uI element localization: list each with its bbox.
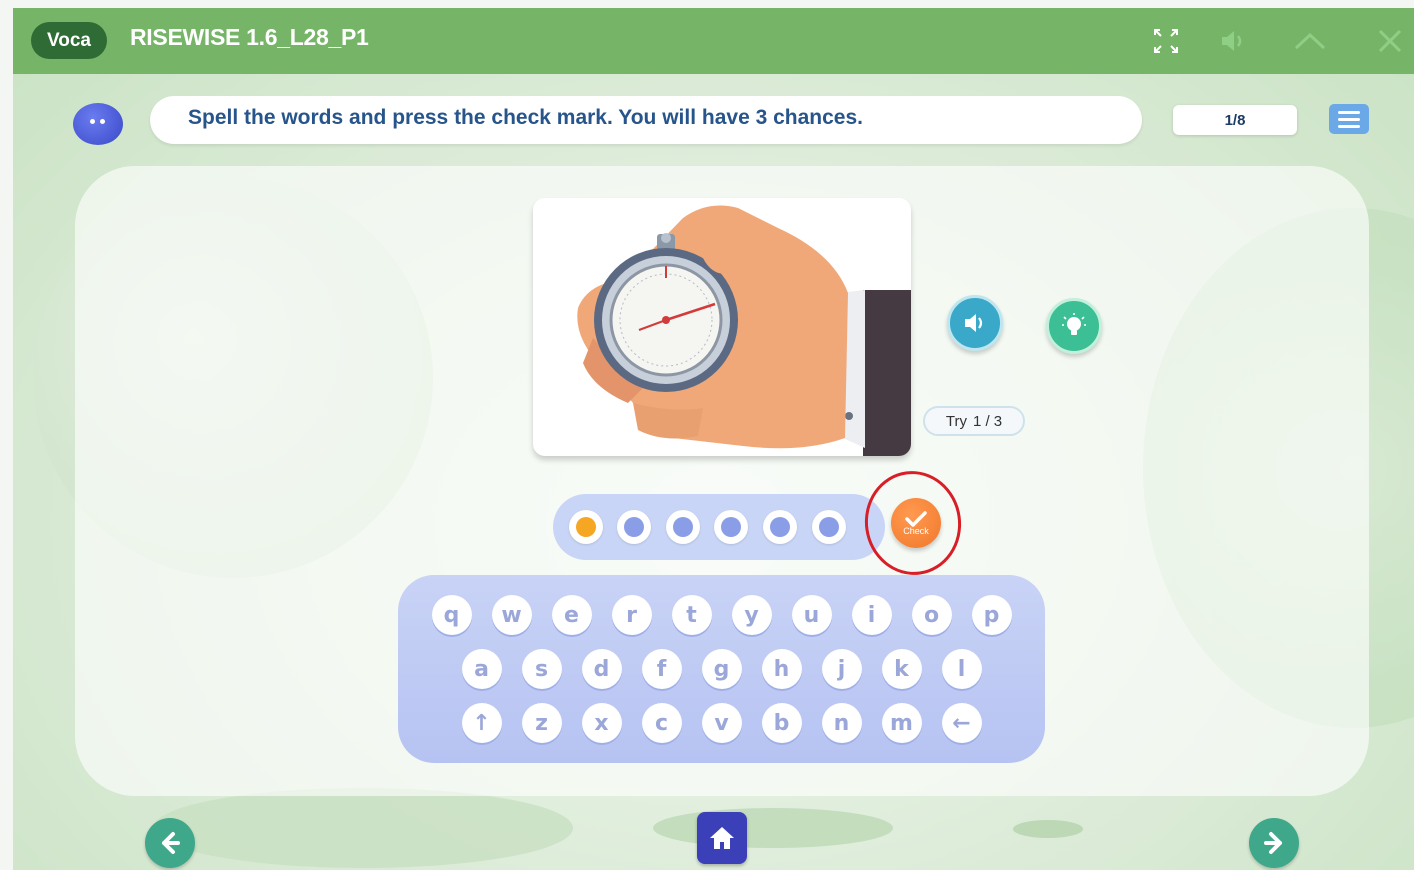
letter-key[interactable]: p <box>971 595 1012 635</box>
keyboard-row: asdfghjkl <box>398 649 1045 689</box>
progress-counter: 1/8 <box>1173 105 1297 135</box>
stopwatch-illustration <box>577 205 911 456</box>
audio-toggle-button[interactable] <box>1215 24 1249 58</box>
letter-key[interactable]: o <box>911 595 952 635</box>
home-icon <box>710 827 734 849</box>
try-label: Try <box>945 412 967 430</box>
lesson-title: RISEWISE 1.6_L28_P1 <box>130 24 369 50</box>
try-count: 1 / 3 <box>972 412 1003 430</box>
letter-slot[interactable] <box>617 510 651 544</box>
letter-key[interactable]: f <box>641 649 682 689</box>
speaker-icon <box>1222 31 1242 51</box>
background-ground <box>153 788 573 868</box>
letter-slot[interactable] <box>812 510 846 544</box>
letter-key[interactable]: l <box>941 649 982 689</box>
letter-key[interactable]: n <box>821 703 862 743</box>
instruction-bar: Spell the words and press the check mark… <box>150 96 1142 144</box>
background-ground <box>653 808 893 848</box>
letter-key[interactable]: z <box>521 703 562 743</box>
fullscreen-icon <box>1154 29 1178 53</box>
letter-keyboard: qwertyuiop asdfghjkl ↑ z x c v b n m ← <box>398 575 1045 763</box>
activity-stage: Voca RISEWISE 1.6_L28_P1 Spell the words… <box>13 8 1414 870</box>
hamburger-icon <box>1338 110 1360 114</box>
letter-key[interactable]: x <box>581 703 622 743</box>
category-badge: Voca <box>31 22 107 59</box>
letter-key[interactable]: b <box>761 703 802 743</box>
letter-key[interactable]: a <box>461 649 502 689</box>
arrow-left-icon <box>162 832 180 854</box>
letter-key[interactable]: r <box>611 595 652 635</box>
letter-key[interactable]: g <box>701 649 742 689</box>
answer-slots <box>553 494 885 560</box>
background-ground <box>1013 820 1083 838</box>
next-button[interactable] <box>1249 818 1299 868</box>
keyboard-row: qwertyuiop <box>398 595 1045 635</box>
hint-button[interactable] <box>1046 298 1102 354</box>
collapse-button[interactable] <box>1293 24 1327 58</box>
letter-key[interactable]: k <box>881 649 922 689</box>
attempt-counter: Try 1 / 3 <box>923 406 1025 436</box>
letter-key[interactable]: s <box>521 649 562 689</box>
arrow-right-icon <box>1264 832 1282 854</box>
instruction-text: Spell the words and press the check mark… <box>188 106 863 129</box>
top-bar: Voca RISEWISE 1.6_L28_P1 <box>13 8 1414 74</box>
previous-button[interactable] <box>145 818 195 868</box>
letter-key[interactable]: t <box>671 595 712 635</box>
letter-key[interactable]: y <box>731 595 772 635</box>
letter-slot[interactable] <box>714 510 748 544</box>
keyboard-row: ↑ z x c v b n m ← <box>398 703 1045 743</box>
letter-key[interactable]: v <box>701 703 742 743</box>
letter-key[interactable]: w <box>491 595 532 635</box>
letter-key[interactable]: u <box>791 595 832 635</box>
chevron-up-icon <box>1294 32 1326 50</box>
menu-button[interactable] <box>1329 104 1369 134</box>
letter-key[interactable]: c <box>641 703 682 743</box>
backspace-key[interactable]: ← <box>941 703 982 743</box>
fullscreen-button[interactable] <box>1149 24 1183 58</box>
letter-slot[interactable] <box>763 510 797 544</box>
letter-key[interactable]: h <box>761 649 802 689</box>
letter-slot[interactable] <box>569 510 603 544</box>
letter-slot[interactable] <box>666 510 700 544</box>
letter-key[interactable]: d <box>581 649 622 689</box>
letter-key[interactable]: m <box>881 703 922 743</box>
lightbulb-icon <box>1062 313 1086 335</box>
word-picture-card <box>533 198 911 456</box>
letter-key[interactable]: q <box>431 595 472 635</box>
letter-key[interactable]: i <box>851 595 892 635</box>
close-button[interactable] <box>1373 24 1407 58</box>
close-icon <box>1378 29 1402 53</box>
shift-key[interactable]: ↑ <box>461 703 502 743</box>
speaker-icon <box>965 314 983 332</box>
listen-button[interactable] <box>947 295 1003 351</box>
mascot-avatar <box>73 103 123 145</box>
home-button[interactable] <box>697 812 747 864</box>
letter-key[interactable]: j <box>821 649 862 689</box>
letter-key[interactable]: e <box>551 595 592 635</box>
